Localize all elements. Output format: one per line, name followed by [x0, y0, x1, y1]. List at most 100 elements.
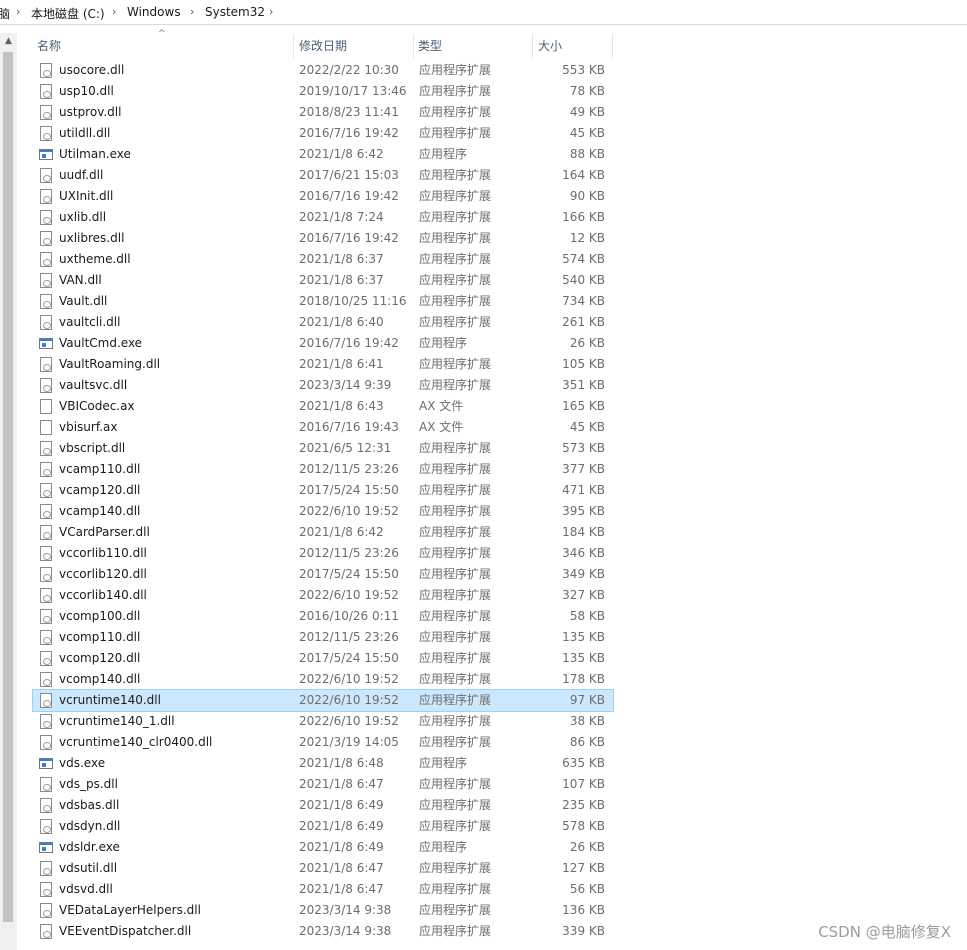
column-header-size[interactable]: 大小 — [534, 34, 612, 58]
file-date-modified: 2012/11/5 23:26 — [299, 546, 399, 560]
file-row[interactable]: VEDataLayerHelpers.dll 2023/3/14 9:38 应用程序… — [33, 900, 613, 921]
file-list: usocore.dll 2022/2/22 10:30 应用程序扩展 553 KB us… — [32, 60, 614, 942]
column-divider[interactable] — [293, 34, 294, 58]
chevron-right-icon[interactable]: › — [269, 5, 273, 18]
watermark-text: CSDN @电脑修复X — [818, 923, 951, 941]
file-type: 应用程序扩展 — [419, 441, 492, 455]
file-row[interactable]: uxtheme.dll 2021/1/8 6:37 应用程序扩展 574 KB — [33, 249, 613, 270]
file-row[interactable]: VaultRoaming.dll 2021/1/8 6:41 应用程序扩展 105 K… — [33, 354, 613, 375]
file-size: 346 KB — [562, 546, 605, 560]
file-row[interactable]: Vault.dll 2018/10/25 11:16 应用程序扩展 734 KB — [33, 291, 613, 312]
file-row[interactable]: utildll.dll 2016/7/16 19:42 应用程序扩展 45 KB — [33, 123, 613, 144]
column-header-name[interactable]: 名称 — [33, 34, 293, 58]
column-header-row: 名称 修改日期 类型 大小 — [33, 34, 613, 58]
dll-file-icon — [40, 882, 52, 897]
file-row[interactable]: vccorlib120.dll 2017/5/24 15:50 应用程序扩展 349 … — [33, 564, 613, 585]
file-size: 88 KB — [569, 147, 605, 161]
scrollbar-thumb[interactable] — [3, 52, 13, 922]
file-size: 38 KB — [569, 714, 605, 728]
dll-file-icon — [40, 210, 52, 225]
column-header-date[interactable]: 修改日期 — [295, 34, 413, 58]
file-row[interactable]: vcomp110.dll 2012/11/5 23:26 应用程序扩展 135 KB — [33, 627, 613, 648]
breadcrumb-system32[interactable]: System32 — [205, 5, 265, 19]
file-row[interactable]: vbisurf.ax 2016/7/16 19:43 AX 文件 45 KB — [33, 417, 613, 438]
file-row[interactable]: uxlibres.dll 2016/7/16 19:42 应用程序扩展 12 KB — [33, 228, 613, 249]
file-row[interactable]: VCardParser.dll 2021/1/8 6:42 应用程序扩展 184 KB — [33, 522, 613, 543]
file-type: 应用程序扩展 — [419, 525, 492, 539]
file-row[interactable]: vccorlib140.dll 2022/6/10 19:52 应用程序扩展 327 … — [33, 585, 613, 606]
file-row[interactable]: usp10.dll 2019/10/17 13:46 应用程序扩展 78 KB — [33, 81, 613, 102]
file-date-modified: 2021/1/8 6:49 — [299, 798, 384, 812]
file-date-modified: 2022/6/10 19:52 — [299, 588, 399, 602]
file-row[interactable]: vcomp100.dll 2016/10/26 0:11 应用程序扩展 58 KB — [33, 606, 613, 627]
file-row[interactable]: uudf.dll 2017/6/21 15:03 应用程序扩展 164 KB — [33, 165, 613, 186]
file-row[interactable]: vaultsvc.dll 2023/3/14 9:39 应用程序扩展 351 KB — [33, 375, 613, 396]
file-row[interactable]: usocore.dll 2022/2/22 10:30 应用程序扩展 553 KB — [33, 60, 613, 81]
dll-file-icon — [40, 567, 52, 582]
file-row[interactable]: vdsvd.dll 2021/1/8 6:47 应用程序扩展 56 KB — [33, 879, 613, 900]
dll-file-icon — [40, 315, 52, 330]
file-date-modified: 2022/6/10 19:52 — [299, 504, 399, 518]
chevron-right-icon[interactable]: › — [16, 5, 20, 18]
file-date-modified: 2018/10/25 11:16 — [299, 294, 407, 308]
file-size: 178 KB — [562, 672, 605, 686]
file-name: vcomp120.dll — [59, 651, 141, 665]
file-row[interactable]: ustprov.dll 2018/8/23 11:41 应用程序扩展 49 KB — [33, 102, 613, 123]
column-header-type[interactable]: 类型 — [414, 34, 532, 58]
breadcrumb-this-pc[interactable]: 脑 — [0, 5, 10, 22]
file-row[interactable]: vcomp120.dll 2017/5/24 15:50 应用程序扩展 135 KB — [33, 648, 613, 669]
file-type: 应用程序扩展 — [419, 693, 492, 707]
file-name: vdsdyn.dll — [59, 819, 121, 833]
file-row[interactable]: VAN.dll 2021/1/8 6:37 应用程序扩展 540 KB — [33, 270, 613, 291]
file-type: 应用程序扩展 — [419, 462, 492, 476]
file-row[interactable]: vdsbas.dll 2021/1/8 6:49 应用程序扩展 235 KB — [33, 795, 613, 816]
file-row[interactable]: vcruntime140_1.dll 2022/6/10 19:52 应用程序扩展 3… — [33, 711, 613, 732]
file-type: 应用程序 — [419, 756, 468, 770]
file-row[interactable]: Utilman.exe 2021/1/8 6:42 应用程序 88 KB — [33, 144, 613, 165]
file-row[interactable]: vcamp120.dll 2017/5/24 15:50 应用程序扩展 471 KB — [33, 480, 613, 501]
scroll-up-icon[interactable]: ▲ — [0, 33, 17, 50]
vertical-scrollbar[interactable]: ▲ — [0, 33, 17, 950]
file-date-modified: 2021/1/8 6:49 — [299, 840, 384, 854]
file-date-modified: 2022/6/10 19:52 — [299, 672, 399, 686]
chevron-right-icon[interactable]: › — [190, 5, 194, 18]
file-type: 应用程序扩展 — [419, 651, 492, 665]
file-name: UXInit.dll — [59, 189, 114, 203]
file-row[interactable]: vcomp140.dll 2022/6/10 19:52 应用程序扩展 178 KB — [33, 669, 613, 690]
file-row[interactable]: UXInit.dll 2016/7/16 19:42 应用程序扩展 90 KB — [33, 186, 613, 207]
file-row[interactable]: vccorlib110.dll 2012/11/5 23:26 应用程序扩展 346 … — [33, 543, 613, 564]
file-row[interactable]: vdsutil.dll 2021/1/8 6:47 应用程序扩展 127 KB — [33, 858, 613, 879]
file-type: 应用程序扩展 — [419, 357, 492, 371]
column-divider[interactable] — [532, 34, 533, 58]
file-row[interactable]: VBICodec.ax 2021/1/8 6:43 AX 文件 165 KB — [33, 396, 613, 417]
file-size: 58 KB — [569, 609, 605, 623]
file-row[interactable]: vds.exe 2021/1/8 6:48 应用程序 635 KB — [33, 753, 613, 774]
chevron-right-icon[interactable]: › — [112, 5, 116, 18]
address-bar[interactable]: 脑 › 本地磁盘 (C:) › Windows › System32 › — [0, 0, 967, 25]
dll-file-icon — [40, 483, 52, 498]
column-divider[interactable] — [612, 34, 613, 58]
file-row[interactable]: VEEventDispatcher.dll 2023/3/14 9:38 应用程序扩… — [33, 921, 613, 942]
file-row[interactable]: uxlib.dll 2021/1/8 7:24 应用程序扩展 166 KB — [33, 207, 613, 228]
dll-file-icon — [40, 294, 52, 309]
breadcrumb-drive-c[interactable]: 本地磁盘 (C:) — [31, 5, 105, 22]
application-icon — [39, 758, 53, 769]
file-row[interactable]: VaultCmd.exe 2016/7/16 19:42 应用程序 26 KB — [33, 333, 613, 354]
file-date-modified: 2017/5/24 15:50 — [299, 483, 399, 497]
file-type: 应用程序扩展 — [419, 126, 492, 140]
file-row[interactable]: vdsldr.exe 2021/1/8 6:49 应用程序 26 KB — [33, 837, 613, 858]
file-row[interactable]: vaultcli.dll 2021/1/8 6:40 应用程序扩展 261 KB — [33, 312, 613, 333]
breadcrumb-windows[interactable]: Windows — [127, 5, 181, 19]
dll-file-icon — [40, 714, 52, 729]
file-row[interactable]: vcruntime140.dll 2022/6/10 19:52 应用程序扩展 97 … — [32, 689, 614, 712]
file-row[interactable]: vdsdyn.dll 2021/1/8 6:49 应用程序扩展 578 KB — [33, 816, 613, 837]
file-row[interactable]: vds_ps.dll 2021/1/8 6:47 应用程序扩展 107 KB — [33, 774, 613, 795]
file-row[interactable]: vcruntime140_clr0400.dll 2021/3/19 14:05 应… — [33, 732, 613, 753]
application-icon — [39, 842, 53, 853]
file-row[interactable]: vbscript.dll 2021/6/5 12:31 应用程序扩展 573 KB — [33, 438, 613, 459]
file-date-modified: 2023/3/14 9:38 — [299, 924, 392, 938]
file-size: 45 KB — [569, 126, 605, 140]
file-row[interactable]: vcamp140.dll 2022/6/10 19:52 应用程序扩展 395 KB — [33, 501, 613, 522]
file-name: Utilman.exe — [59, 147, 131, 161]
file-row[interactable]: vcamp110.dll 2012/11/5 23:26 应用程序扩展 377 KB — [33, 459, 613, 480]
